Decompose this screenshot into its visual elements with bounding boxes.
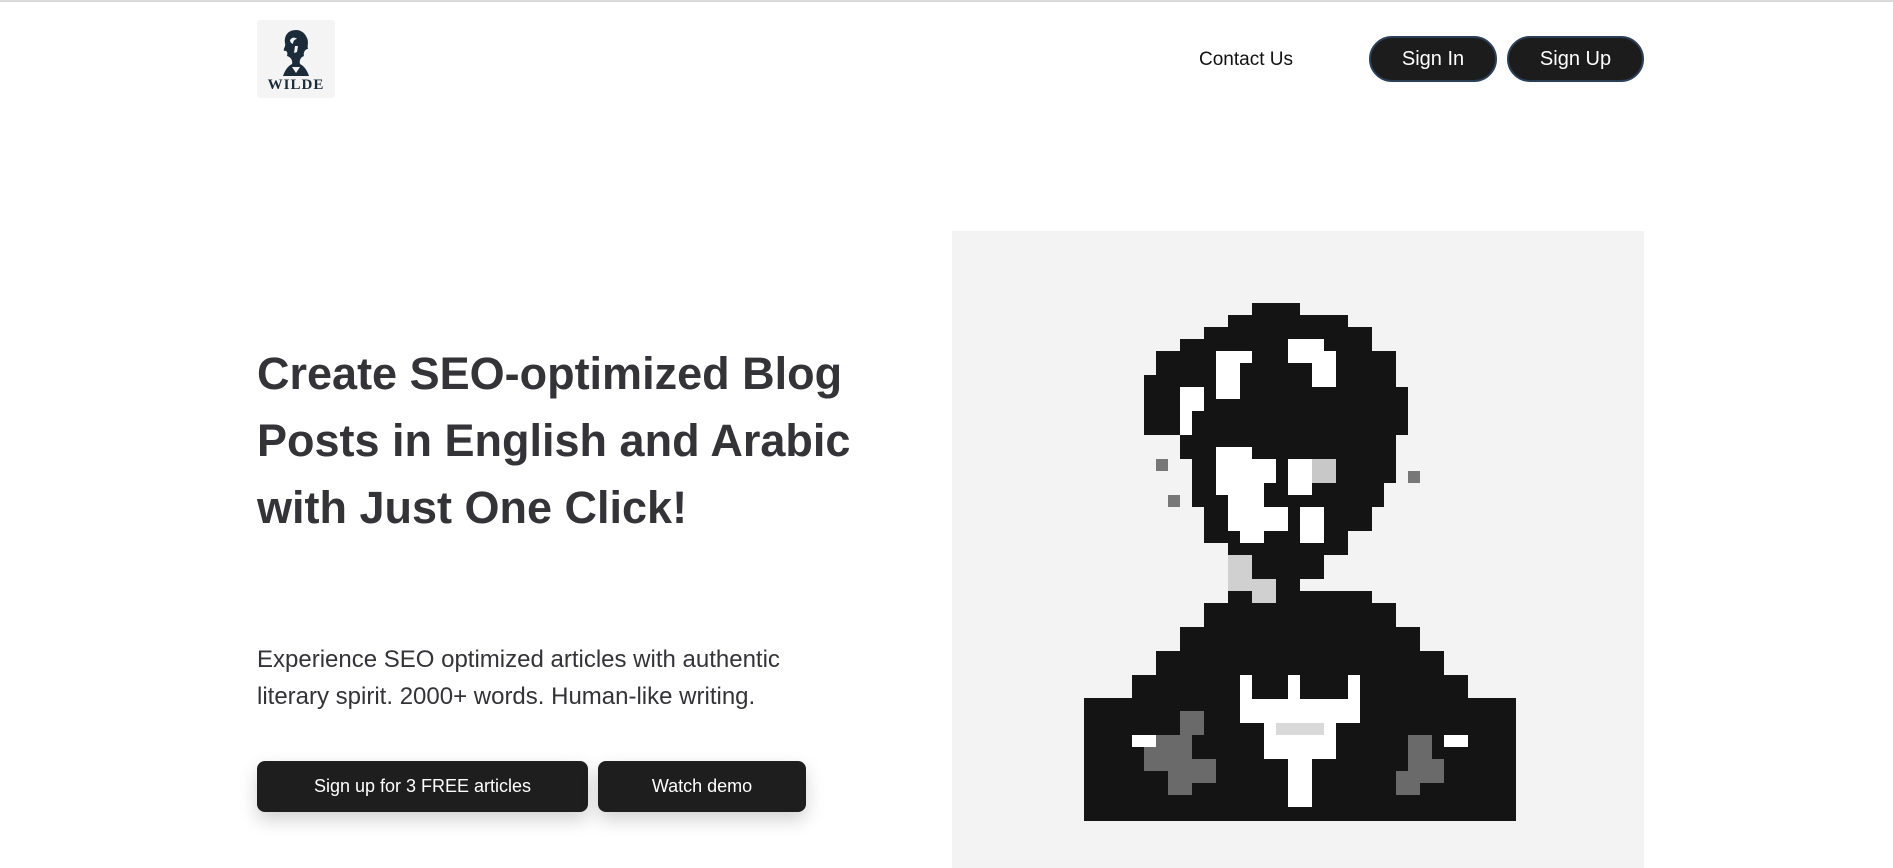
- wilde-logo[interactable]: WILDE: [257, 20, 335, 98]
- logo-wordmark: WILDE: [267, 77, 325, 93]
- sign-up-button[interactable]: Sign Up: [1507, 36, 1644, 82]
- hero-portrait-image: [952, 231, 1644, 868]
- hero-subtitle: Experience SEO optimized articles with a…: [257, 646, 780, 710]
- site-header: WILDE Contact Us Sign In Sign Up: [0, 2, 1893, 112]
- watch-demo-button[interactable]: Watch demo: [598, 761, 806, 812]
- free-articles-signup-button[interactable]: Sign up for 3 FREE articles: [257, 761, 588, 812]
- contact-us-link[interactable]: Contact Us: [1199, 42, 1293, 78]
- pixel-art-portrait-icon: [1084, 303, 1516, 821]
- hero-title: Create SEO-optimized Blog Posts in Engli…: [257, 348, 851, 533]
- sign-in-button[interactable]: Sign In: [1369, 36, 1497, 82]
